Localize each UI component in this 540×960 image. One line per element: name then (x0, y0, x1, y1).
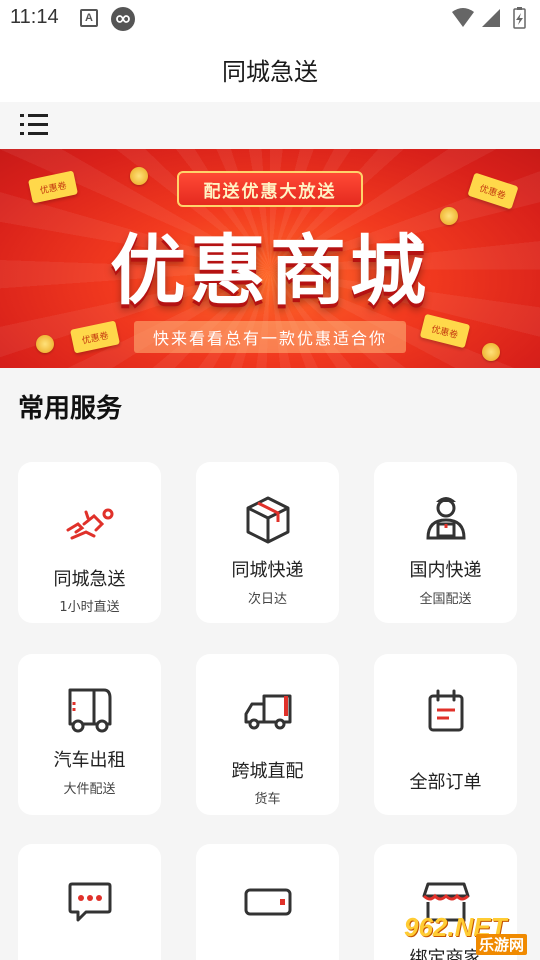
service-card-domestic-express[interactable]: 国内快递 全国配送 (374, 462, 517, 623)
wifi-icon (452, 8, 474, 27)
service-card-car-rental[interactable]: 汽车出租 大件配送 (18, 654, 161, 815)
order-list-icon (428, 689, 464, 732)
notification-a-icon: A (80, 9, 98, 27)
site-watermark: 962.NET 乐游网 (404, 912, 534, 956)
status-bar: 11:14 A (0, 0, 540, 36)
delivery-person-icon (426, 497, 466, 540)
service-label: 同城快递 (231, 560, 304, 581)
van-icon (68, 688, 112, 733)
section-title: 常用服务 (18, 394, 123, 424)
status-time: 11:14 (10, 6, 59, 28)
status-icons (452, 7, 526, 29)
banner-tag: 配送优惠大放送 (177, 171, 363, 207)
banner-subtitle: 快来看看总有一款优惠适合你 (134, 321, 406, 353)
service-label: 跨城直配 (231, 761, 304, 782)
service-label: 全部订单 (409, 772, 482, 793)
coin-icon (130, 167, 148, 185)
toolbar (0, 102, 540, 149)
service-subtitle: 次日达 (247, 592, 287, 607)
service-subtitle: 货车 (254, 792, 281, 807)
service-card-messages[interactable] (18, 844, 161, 960)
coin-icon (482, 343, 500, 361)
coin-icon (36, 335, 54, 353)
service-label: 汽车出租 (53, 750, 126, 771)
truck-icon (244, 694, 292, 730)
service-card-intercity-delivery[interactable]: 跨城直配 货车 (196, 654, 339, 815)
infinity-notification-icon (111, 7, 135, 31)
service-subtitle: 大件配送 (63, 782, 116, 797)
promo-banner[interactable]: 优惠卷 优惠卷 优惠卷 优惠卷 配送优惠大放送 优惠商城 快来看看总有一款优惠适… (0, 149, 540, 368)
page-title: 同城急送 (222, 58, 318, 86)
chat-message-icon (68, 882, 112, 922)
service-label: 国内快递 (409, 560, 482, 581)
service-subtitle: 全国配送 (419, 592, 472, 607)
package-box-icon (246, 496, 290, 544)
service-card-same-city-express[interactable]: 同城急送 1小时直送 (18, 462, 161, 623)
service-label: 同城急送 (53, 569, 126, 590)
banner-title: 优惠商城 (110, 226, 430, 315)
service-card-wallet[interactable] (196, 844, 339, 960)
app-bar: 同城急送 (0, 36, 540, 102)
watermark-site: 乐游网 (476, 934, 528, 955)
service-card-city-courier[interactable]: 同城快递 次日达 (196, 462, 339, 623)
service-card-all-orders[interactable]: 全部订单 (374, 654, 517, 815)
signal-icon (482, 9, 500, 27)
menu-list-icon[interactable] (18, 111, 50, 139)
wallet-icon (244, 888, 292, 916)
battery-charging-icon (513, 7, 526, 29)
service-subtitle: 1小时直送 (59, 600, 120, 615)
running-courier-icon (66, 508, 114, 540)
